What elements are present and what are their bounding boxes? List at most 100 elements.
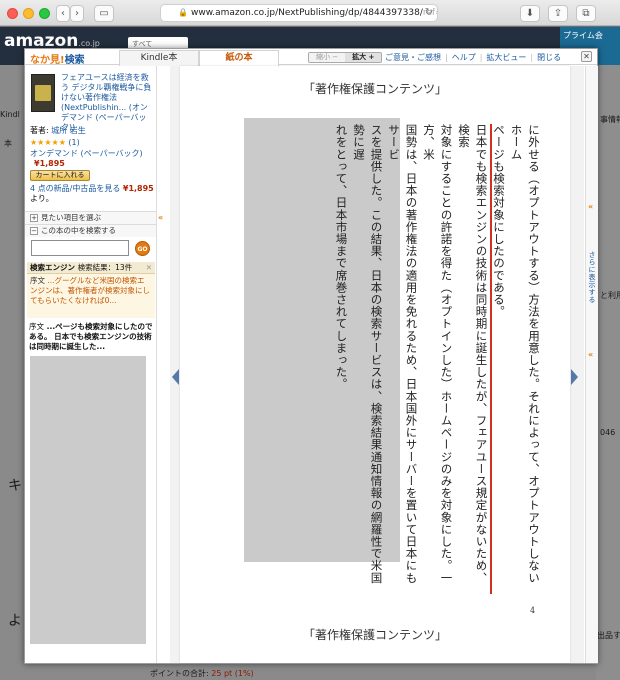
accordion-wishlist-label: 見たい項目を選ぶ	[41, 213, 101, 222]
book-cover-thumbnail[interactable]	[31, 74, 55, 112]
review-count: (1)	[68, 138, 80, 147]
share-icon: ⇪	[553, 8, 563, 19]
back-button[interactable]: ‹	[56, 5, 70, 22]
text-column-1: に外せる（オプトアウトする）方法を用意した。それによって、オプトアウトしないホー…	[509, 124, 542, 584]
close-window-button[interactable]	[7, 8, 18, 19]
help-link[interactable]: ヘルプ	[452, 53, 476, 62]
bg-right-rail	[596, 65, 620, 680]
book-page: 「著作権保護コンテンツ」 に外せる（オプトアウトする）方法を用意した。それによっ…	[180, 66, 570, 663]
enlarged-view-link[interactable]: 拡大ビュー	[486, 53, 526, 62]
sidebar-icon: ▭	[99, 8, 109, 19]
new-used-price: ¥1,895	[122, 184, 154, 193]
bg-right-frag-1: 事情報	[600, 115, 620, 124]
results-loading-placeholder	[30, 356, 146, 644]
price: ¥1,895	[34, 159, 65, 168]
result-section: 序文	[29, 322, 44, 331]
bg-fragment-yo: よ	[8, 613, 22, 629]
rating[interactable]: ★★★★★ (1)	[30, 138, 80, 147]
separator: |	[479, 53, 483, 62]
bg-fragment-ki: キ	[8, 478, 22, 494]
text-column-3-highlighted: 日本でも検索エンジンの技術は同時期に誕生したが、フェアユース規定がないため、検索	[455, 124, 490, 594]
accordion-wishlist[interactable]: + 見たい項目を選ぶ	[25, 211, 156, 224]
results-query: 検索エンジン	[30, 263, 75, 272]
zoom-control: 縮小 − 拡大 +	[308, 52, 383, 63]
separator: |	[530, 53, 534, 62]
add-to-cart-button[interactable]: カートに入れる	[30, 170, 90, 181]
zoom-out-button[interactable]: 縮小 −	[309, 53, 346, 62]
address-bar[interactable]: 🔒 www.amazon.co.jp/NextPublishing/dp/484…	[160, 4, 438, 22]
show-more-label: さらに表示する	[588, 251, 596, 304]
tab-kindle[interactable]: Kindle本	[119, 50, 199, 66]
bg-right-frag-3: 046	[600, 428, 616, 437]
expand-right-icon-lower: «	[588, 350, 594, 359]
zoom-in-button[interactable]: 拡大 +	[345, 53, 382, 62]
author-name-link[interactable]: 城所 岩生	[51, 126, 86, 135]
new-used-suffix: より。	[30, 194, 54, 203]
share-button[interactable]: ⇪	[548, 5, 568, 22]
search-result-item[interactable]: 序文 ...グーグルなど米国の検索エンジンは、著作権者が検索対象にしてもらいたく…	[27, 274, 155, 318]
minimize-window-button[interactable]	[23, 8, 34, 19]
collapse-sidebar-icon[interactable]: «	[158, 213, 163, 222]
result-snippet: ...グーグルなど米国の検索エンジンは、著作権者が検索対象にしてもらいたくなけれ…	[30, 276, 150, 305]
bg-fragment-kindle: Kindl	[0, 110, 20, 119]
tabs-overview-button[interactable]: ⧉	[576, 5, 596, 22]
browser-toolbar: ‹ › ▭ 🔒 www.amazon.co.jp/NextPublishing/…	[0, 0, 620, 26]
vertical-body-text: に外せる（オプトアウトする）方法を用意した。それによって、オプトアウトしないホー…	[335, 124, 542, 594]
new-used-offers: 4 点の新品/中古品を見る ¥1,895 より。	[30, 184, 154, 204]
lock-icon: 🔒	[178, 8, 188, 17]
clear-results-icon[interactable]: ✕	[146, 262, 152, 273]
logo-part-b: 検索	[64, 55, 85, 66]
author-line: 著者: 城所 岩生	[30, 125, 86, 136]
feedback-link[interactable]: ご意見・ご感想	[385, 53, 441, 62]
header-links: ご意見・ご感想 | ヘルプ | 拡大ビュー | 閉じる	[385, 52, 561, 63]
bg-points-text: ポイントの合計:	[150, 669, 209, 678]
search-inside-input[interactable]	[31, 240, 129, 256]
collapse-icon: −	[30, 227, 38, 235]
copyright-banner-top: 「著作権保護コンテンツ」	[302, 82, 447, 96]
tabs-icon: ⧉	[582, 8, 590, 19]
reload-icon[interactable]: ↻	[425, 5, 433, 21]
sidebar-toggle-button[interactable]: ▭	[94, 5, 114, 22]
chevron-left-icon: ‹	[61, 8, 65, 19]
tab-paperback[interactable]: 紙の本	[199, 50, 279, 67]
downloads-button[interactable]: ⬇	[520, 5, 540, 22]
book-title-link[interactable]: フェアユースは経済を救う デジタル覇権戦争に負けない著作権法 (NextPubl…	[61, 73, 155, 133]
new-used-link[interactable]: 4 点の新品/中古品を見る	[30, 184, 120, 193]
search-result-item-selected[interactable]: 序文 ...ページも検索対象にしたのである。 日本でも検索エンジンの技術は同時期…	[29, 322, 153, 352]
expand-right-icon: «	[588, 202, 594, 211]
page-reader: 「著作権保護コンテンツ」 に外せる（オプトアウトする）方法を用意した。それによっ…	[170, 66, 584, 663]
result-snippet: ...ページも検索対象にしたのである。 日本でも検索エンジンの技術は同時期に誕生…	[29, 322, 153, 351]
text-column-2: ページも検索対象にしたのである。	[492, 124, 506, 318]
bg-fragment-hon: 本	[4, 139, 12, 148]
amazon-logo-suffix: .co.jp	[78, 39, 100, 48]
search-results-header: 検索エンジン 検索結果：13件 ✕	[27, 262, 155, 274]
viewer-sidebar: フェアユースは経済を救う デジタル覇権戦争に負けない著作権法 (NextPubl…	[25, 66, 157, 663]
text-column-4: 対象にすることの許諾を得た（オプトインした）ホームページのみを対象にした。一方、…	[422, 124, 454, 584]
text-column-6: スを提供した。この結果、日本の検索サービスは、検索結果通知情報の網羅性で米国勢に…	[352, 124, 384, 584]
page-number: 4	[530, 606, 536, 615]
bg-right-frag-4: 出品する	[597, 631, 620, 640]
look-inside-viewer: なか見!検索 Kindle本 紙の本 縮小 − 拡大 + ご意見・ご感想 | ヘルプ…	[24, 48, 598, 664]
go-button[interactable]: GO	[135, 241, 150, 256]
show-more-rail[interactable]: « さらに表示する «	[585, 66, 598, 663]
results-count: 検索結果：13件	[77, 263, 133, 272]
author-label: 著者:	[30, 126, 49, 135]
format-link[interactable]: オンデマンド (ペーパーバック)	[30, 148, 143, 159]
zoom-window-button[interactable]	[39, 8, 50, 19]
accordion-search-label: この本の中を検索する	[41, 226, 116, 235]
accordion-search-inside[interactable]: − この本の中を検索する	[25, 224, 156, 237]
bg-points-label: ポイントの合計: 25 pt (1%)	[150, 668, 254, 679]
close-icon[interactable]: ✕	[581, 51, 592, 62]
logo-part-a: なか見!	[30, 55, 65, 66]
forward-button[interactable]: ›	[70, 5, 84, 22]
prime-ad-text: プライム会	[563, 31, 603, 40]
bg-right-frag-2: と利用	[600, 291, 620, 300]
look-inside-logo: なか見!検索	[30, 51, 85, 66]
bg-points-value: 25 pt (1%)	[211, 669, 254, 678]
result-section: 序文	[30, 276, 45, 285]
viewer-header: なか見!検索 Kindle本 紙の本 縮小 − 拡大 + ご意見・ご感想 | ヘルプ…	[25, 49, 597, 67]
star-rating-icon: ★★★★★	[30, 138, 66, 147]
previous-page-icon[interactable]	[172, 369, 179, 385]
next-page-icon[interactable]	[571, 369, 578, 385]
close-link[interactable]: 閉じる	[537, 53, 561, 62]
